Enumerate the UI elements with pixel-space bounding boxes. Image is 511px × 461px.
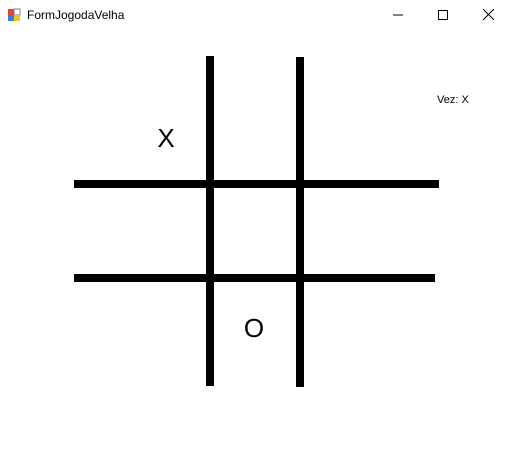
board-cell-r2c1[interactable]: O — [234, 308, 274, 348]
maximize-icon — [437, 5, 448, 24]
title-bar[interactable]: FormJogodaVelha — [0, 0, 511, 30]
close-icon — [482, 5, 495, 24]
board-vertical-line-1 — [206, 56, 214, 386]
window-title: FormJogodaVelha — [27, 8, 125, 22]
minimize-icon — [392, 5, 403, 24]
close-button[interactable] — [466, 0, 511, 29]
minimize-button[interactable] — [375, 0, 420, 29]
board-horizontal-line-2 — [74, 274, 435, 282]
turn-label: Vez: X — [437, 94, 469, 106]
board-horizontal-line-1 — [74, 180, 439, 188]
form-app-icon[interactable] — [7, 7, 21, 21]
board-cell-r0c0[interactable]: X — [146, 118, 186, 158]
board-vertical-line-2 — [296, 57, 304, 387]
main-window: FormJogodaVelha X O Vez: X — [0, 0, 511, 461]
form-client-area — [0, 30, 511, 461]
maximize-button[interactable] — [420, 0, 465, 29]
